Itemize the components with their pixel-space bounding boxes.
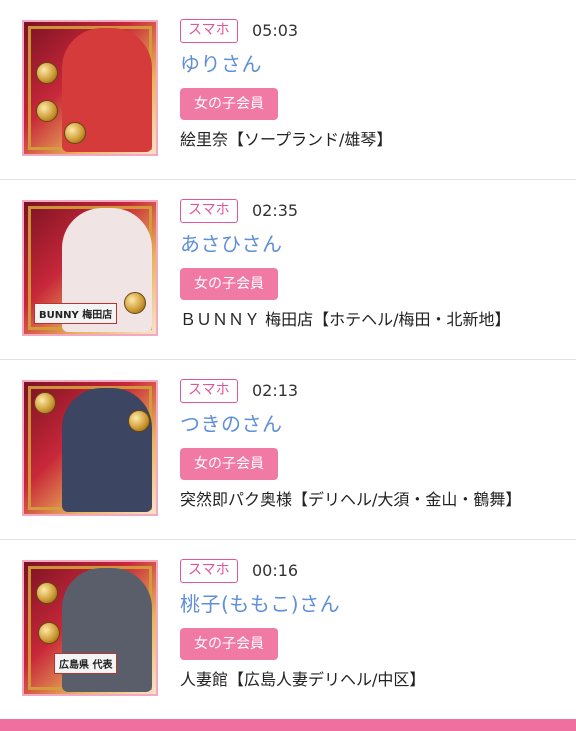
photo (62, 388, 152, 512)
list-item[interactable]: 広島県 代表 スマホ 00:16 桃子(ももこ)さん 女の子会員 人妻館【広島人… (0, 540, 576, 720)
medal-icon (34, 392, 56, 414)
device-tag: スマホ (180, 379, 238, 403)
post-time: 05:03 (252, 21, 299, 40)
post-time: 02:35 (252, 201, 299, 220)
member-badge: 女の子会員 (180, 88, 278, 120)
shop-info[interactable]: 人妻館【広島人妻デリヘル/中区】 (180, 669, 425, 691)
list-item[interactable]: BUNNY 梅田店 スマホ 02:35 あさひさん 女の子会員 ＢＵＮＮＹ 梅田… (0, 180, 576, 360)
thumbnail-image[interactable] (22, 20, 158, 156)
medal-icon (36, 100, 58, 122)
medal-icon (36, 582, 58, 604)
device-tag: スマホ (180, 19, 238, 43)
girl-name-link[interactable]: つきのさん (180, 411, 283, 437)
member-badge: 女の子会員 (180, 268, 278, 300)
medal-icon (64, 122, 86, 144)
girl-name-link[interactable]: あさひさん (180, 231, 283, 257)
post-time: 02:13 (252, 381, 299, 400)
medal-icon (38, 622, 60, 644)
shop-logo: BUNNY 梅田店 (34, 303, 118, 324)
member-badge: 女の子会員 (180, 448, 278, 480)
list-item[interactable]: スマホ 05:03 ゆりさん 女の子会員 絵里奈【ソープランド/雄琴】 (0, 0, 576, 180)
bottom-bar (0, 719, 576, 731)
thumbnail-image[interactable]: 広島県 代表 (22, 560, 158, 696)
medal-icon (36, 62, 58, 84)
medal-icon (128, 410, 150, 432)
post-time: 00:16 (252, 561, 299, 580)
thumbnail-image[interactable]: BUNNY 梅田店 (22, 200, 158, 336)
device-tag: スマホ (180, 559, 238, 583)
device-tag: スマホ (180, 199, 238, 223)
shop-info[interactable]: 突然即パク奥様【デリヘル/大須・金山・鶴舞】 (180, 489, 521, 511)
prefecture-badge: 広島県 代表 (54, 653, 118, 674)
medal-icon (124, 292, 146, 314)
shop-info[interactable]: 絵里奈【ソープランド/雄琴】 (180, 129, 392, 151)
thumbnail-image[interactable] (22, 380, 158, 516)
list-item[interactable]: スマホ 02:13 つきのさん 女の子会員 突然即パク奥様【デリヘル/大須・金山… (0, 360, 576, 540)
girl-name-link[interactable]: 桃子(ももこ)さん (180, 591, 340, 617)
member-badge: 女の子会員 (180, 628, 278, 660)
girl-name-link[interactable]: ゆりさん (180, 51, 262, 77)
shop-info[interactable]: ＢＵＮＮＹ 梅田店【ホテヘル/梅田・北新地】 (180, 309, 510, 331)
